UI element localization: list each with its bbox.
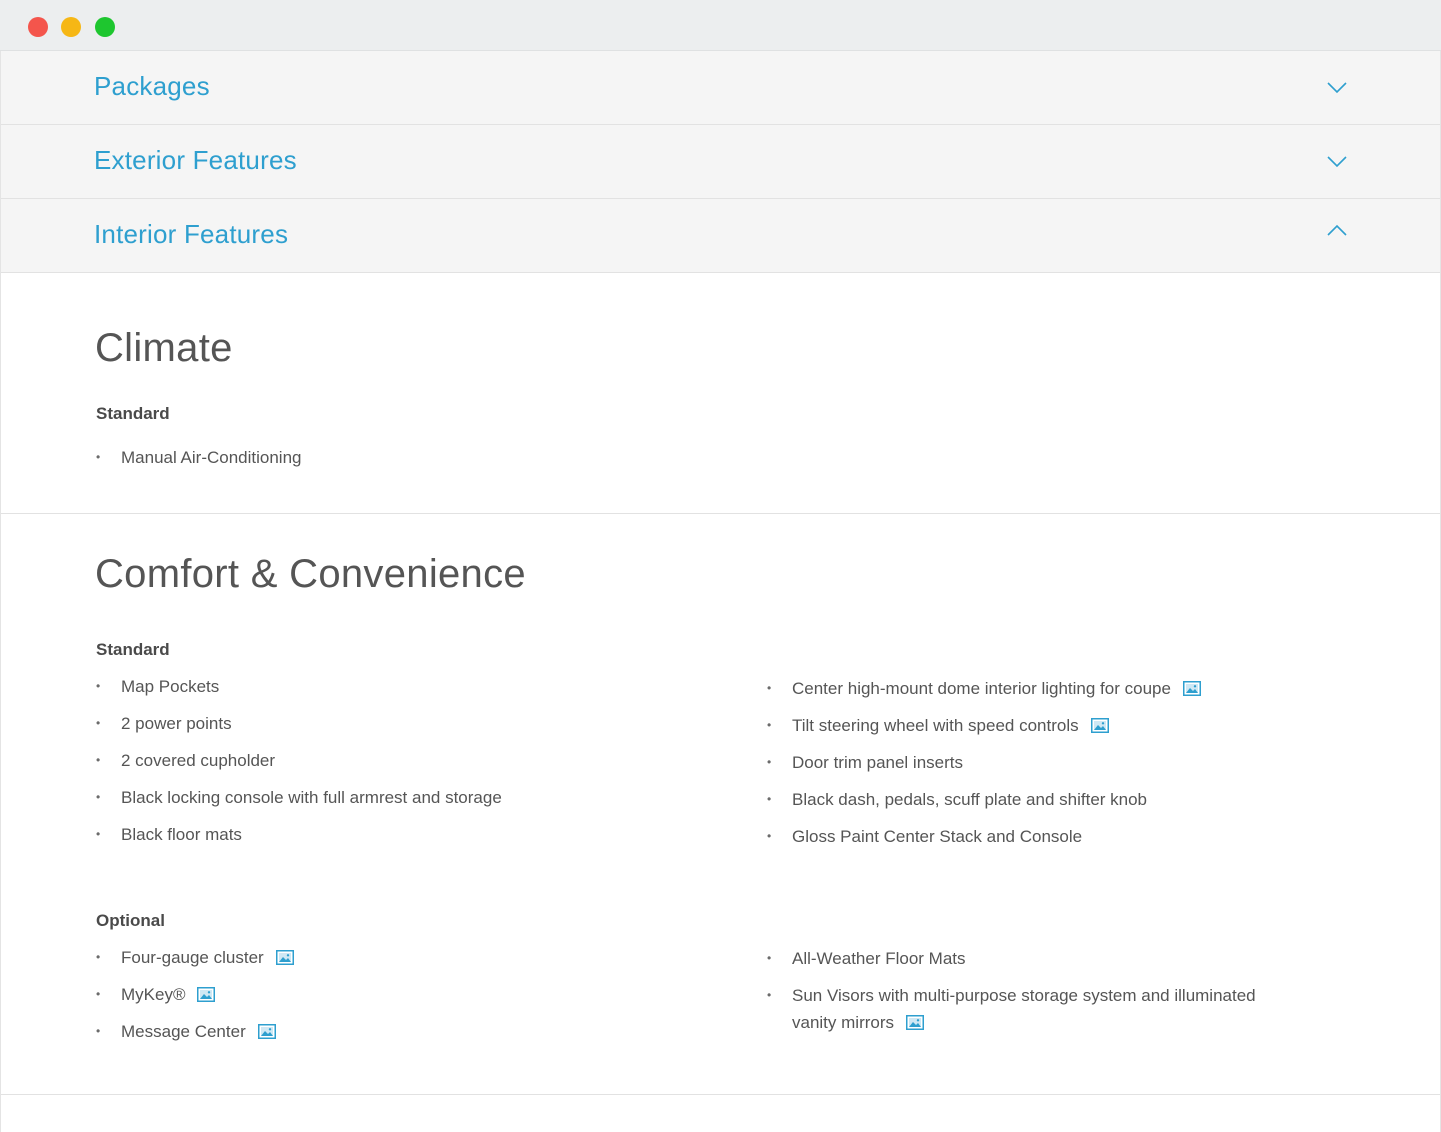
feature-list-item: • MyKey®: [96, 981, 216, 1008]
feature-label: Sun Visors with multi-purpose storage sy…: [792, 986, 1256, 1005]
feature-label: Black dash, pedals, scuff plate and shif…: [792, 790, 1148, 809]
image-icon[interactable]: [906, 1015, 925, 1030]
image-icon[interactable]: [197, 987, 216, 1002]
bullet-icon: •: [96, 950, 101, 964]
feature-list-item: • Sun Visors with multi-purpose storage s…: [767, 982, 1256, 1009]
maximize-window-button[interactable]: [95, 17, 115, 37]
bullet-icon: •: [96, 450, 101, 464]
window-titlebar: [0, 0, 1441, 51]
feature-label: 2 power points: [121, 714, 232, 733]
section-title: Climate: [95, 326, 233, 370]
image-icon[interactable]: [1090, 718, 1109, 733]
feature-list-item: • Black floor mats: [96, 821, 242, 848]
bullet-icon: •: [767, 718, 772, 732]
bullet-icon: •: [96, 716, 101, 730]
bullet-icon: •: [767, 681, 772, 695]
bullet-icon: •: [96, 987, 101, 1001]
bullet-icon: •: [767, 951, 772, 965]
feature-list-item: • All-Weather Floor Mats: [767, 945, 966, 972]
bullet-icon: •: [96, 753, 101, 767]
feature-label: Door trim panel inserts: [792, 753, 964, 772]
standard-heading: Standard: [96, 404, 170, 423]
feature-label: Black locking console with full armrest …: [121, 788, 502, 807]
feature-list-item: • Tilt steering wheel with speed controls: [767, 712, 1109, 739]
accordion-title: Interior Features: [94, 219, 289, 249]
feature-list-item: • Message Center: [96, 1018, 276, 1045]
accordion-title: Exterior Features: [94, 145, 297, 175]
feature-label: vanity mirrors: [792, 1013, 895, 1032]
minimize-window-button[interactable]: [61, 17, 81, 37]
bullet-icon: •: [767, 988, 772, 1002]
feature-list-item: • 2 covered cupholder: [96, 747, 276, 774]
bullet-icon: •: [767, 755, 772, 769]
feature-list-item: • Gloss Paint Center Stack and Console: [767, 823, 1083, 850]
bullet-icon: •: [96, 679, 101, 693]
optional-heading: Optional: [96, 911, 165, 930]
comfort-convenience-section: Comfort & Convenience Standard • Map Pock…: [1, 514, 1440, 1094]
feature-label: Manual Air-Conditioning: [121, 448, 302, 467]
feature-list-item: • Map Pockets: [96, 673, 220, 700]
bullet-icon: •: [767, 829, 772, 843]
feature-list-item: • Manual Air-Conditioning: [96, 444, 302, 471]
image-icon[interactable]: [1182, 681, 1201, 696]
image-icon[interactable]: [275, 950, 294, 965]
feature-list-item: • 2 power points: [96, 710, 232, 737]
feature-list-item: • Black locking console with full armrest…: [96, 784, 502, 811]
section-divider: [1, 1094, 1440, 1095]
section-title: Comfort & Convenience: [95, 552, 526, 596]
accordion-exterior-features[interactable]: Exterior Features: [1, 125, 1440, 199]
image-icon[interactable]: [257, 1024, 276, 1039]
feature-list-item: • Center high-mount dome interior lightin…: [767, 675, 1201, 702]
feature-label: 2 covered cupholder: [121, 751, 276, 770]
feature-label: Gloss Paint Center Stack and Console: [792, 827, 1083, 846]
climate-section: Climate Standard • Manual Air-Conditionin…: [1, 274, 1440, 513]
feature-list-item: • Four-gauge cluster: [96, 944, 294, 971]
accordion-title: Packages: [94, 71, 210, 101]
feature-label: All-Weather Floor Mats: [792, 949, 966, 968]
bullet-icon: •: [96, 790, 101, 804]
accordion-packages[interactable]: Packages: [1, 51, 1440, 125]
chevron-up-icon: [1327, 224, 1347, 236]
feature-label: Map Pockets: [121, 677, 220, 696]
feature-label: Message Center: [121, 1022, 246, 1041]
accordion-interior-features[interactable]: Interior Features: [1, 199, 1440, 273]
feature-label: MyKey®: [121, 985, 186, 1004]
bullet-icon: •: [767, 792, 772, 806]
feature-label: Tilt steering wheel with speed controls: [792, 716, 1079, 735]
feature-list-item: vanity mirrors: [792, 1009, 925, 1036]
chevron-down-icon: [1327, 156, 1347, 168]
standard-heading: Standard: [96, 640, 170, 659]
feature-label: Center high-mount dome interior lighting…: [792, 679, 1171, 698]
chevron-down-icon: [1327, 82, 1347, 94]
bullet-icon: •: [96, 1024, 101, 1038]
page-frame: Packages Exterior Features Interior Feat…: [0, 51, 1441, 1132]
close-window-button[interactable]: [28, 17, 48, 37]
feature-label: Four-gauge cluster: [121, 948, 264, 967]
bullet-icon: •: [96, 827, 101, 841]
feature-list-item: • Door trim panel inserts: [767, 749, 964, 776]
feature-list-item: • Black dash, pedals, scuff plate and shi…: [767, 786, 1148, 813]
feature-label: Black floor mats: [121, 825, 242, 844]
